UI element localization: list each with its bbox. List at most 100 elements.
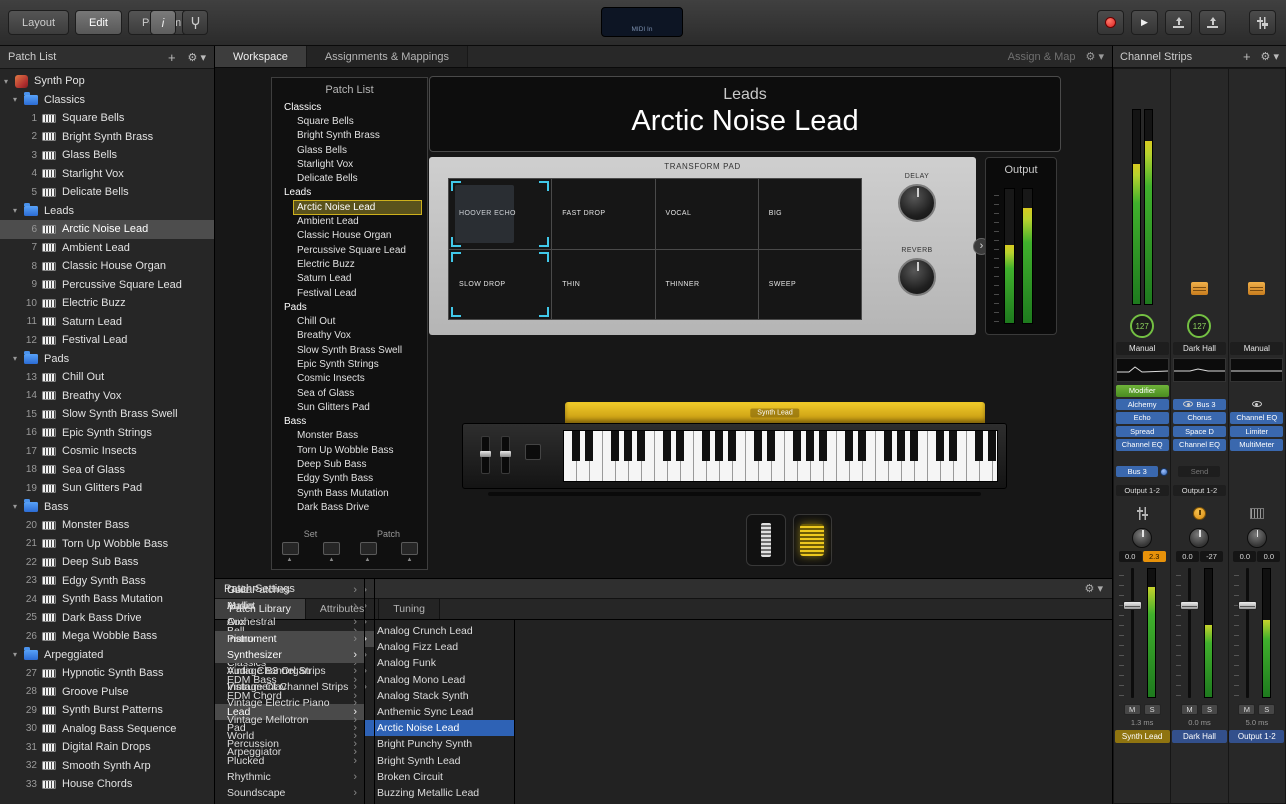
- patch-row[interactable]: ▾ 30 Analog Bass Sequence: [0, 720, 214, 739]
- library-row[interactable]: Bright Punchy Synth: [365, 736, 514, 752]
- onscreen-patch-row[interactable]: Chill Out: [272, 314, 427, 328]
- onscreen-patch-row[interactable]: Edgy Synth Bass: [272, 472, 427, 486]
- patch-row[interactable]: ▾ 19 Sun Glitters Pad: [0, 479, 214, 498]
- share-button-2[interactable]: [1199, 10, 1226, 35]
- library-row[interactable]: Anthemic Sync Lead: [365, 704, 514, 720]
- patch-row[interactable]: ▾ 4 Starlight Vox: [0, 165, 214, 184]
- onscreen-patch-row[interactable]: Arctic Noise Lead: [272, 200, 427, 214]
- patch-row[interactable]: ▾ Pads: [0, 350, 214, 369]
- patch-row[interactable]: ▾ 28 Groove Pulse: [0, 683, 214, 702]
- strip-setting-button[interactable]: Manual: [1230, 342, 1283, 355]
- insert-slot[interactable]: Channel EQ: [1116, 439, 1169, 451]
- solo-button[interactable]: S: [1144, 704, 1161, 715]
- disclosure-triangle-icon[interactable]: ▾: [13, 650, 24, 659]
- onscreen-patch-row[interactable]: Monster Bass: [272, 429, 427, 443]
- library-row[interactable]: Arctic Noise Lead: [365, 720, 514, 736]
- pan-knob[interactable]: [1247, 528, 1267, 548]
- reverb-knob[interactable]: [898, 258, 936, 296]
- input-slot[interactable]: [1230, 399, 1283, 411]
- onscreen-patch-row[interactable]: Sea of Glass: [272, 386, 427, 400]
- eq-thumbnail[interactable]: [1230, 358, 1283, 382]
- tuner-button[interactable]: [182, 10, 208, 35]
- patch-row[interactable]: ▾ 33 House Chords: [0, 775, 214, 794]
- library-row[interactable]: Broken Circuit: [365, 769, 514, 785]
- onscreen-patch-row[interactable]: Leads: [272, 186, 427, 200]
- patch-row[interactable]: ▾ 20 Monster Bass: [0, 516, 214, 535]
- send-slot[interactable]: Send: [1178, 466, 1220, 478]
- patch-row[interactable]: ▾ 25 Dark Bass Drive: [0, 609, 214, 628]
- solo-button[interactable]: S: [1258, 704, 1275, 715]
- patch-row[interactable]: ▾ 29 Synth Burst Patterns: [0, 701, 214, 720]
- workspace-tab[interactable]: Assignments & Mappings: [307, 46, 468, 67]
- strip-setting-button[interactable]: Dark Hall: [1173, 342, 1226, 355]
- transform-pad-cell[interactable]: SLOW DROP: [449, 250, 551, 320]
- mod-wheel[interactable]: [793, 514, 833, 566]
- workspace-tab[interactable]: Workspace: [215, 46, 307, 67]
- patch-row[interactable]: ▾ 31 Digital Rain Drops: [0, 738, 214, 757]
- onscreen-patch-row[interactable]: Torn Up Wobble Bass: [272, 443, 427, 457]
- patch-settings-action-menu[interactable]: ⚙ ▾: [1085, 582, 1103, 595]
- mini-fader[interactable]: [481, 436, 490, 474]
- library-row[interactable]: Classics ›: [215, 655, 364, 671]
- insert-slot[interactable]: Chorus: [1173, 412, 1226, 424]
- strip-name[interactable]: Dark Hall: [1172, 730, 1227, 743]
- library-row[interactable]: Pad ›: [215, 720, 364, 736]
- onscreen-patch-row[interactable]: Sun Glitters Pad: [272, 400, 427, 414]
- mode-button[interactable]: Layout: [8, 10, 69, 35]
- disclosure-triangle-icon[interactable]: ▾: [13, 502, 24, 511]
- output-slot[interactable]: Output 1-2: [1173, 485, 1226, 497]
- pitch-wheel[interactable]: [746, 514, 786, 566]
- patch-list-action-menu[interactable]: ⚙ ▾: [188, 51, 206, 64]
- output-slot[interactable]: Output 1-2: [1116, 485, 1169, 497]
- pan-knob[interactable]: [1132, 528, 1152, 548]
- transform-pad-cell[interactable]: THIN: [552, 250, 654, 320]
- patch-row[interactable]: ▾ 16 Epic Synth Strings: [0, 424, 214, 443]
- master-levels-button[interactable]: [1249, 10, 1276, 35]
- solo-button[interactable]: S: [1201, 704, 1218, 715]
- insert-slot[interactable]: MultiMeter: [1230, 439, 1283, 451]
- patch-row[interactable]: ▾ Bass: [0, 498, 214, 517]
- onscreen-patch-row[interactable]: Ambient Lead: [272, 214, 427, 228]
- patch-row[interactable]: ▾ 24 Synth Bass Mutation: [0, 590, 214, 609]
- library-row[interactable]: Plucked ›: [215, 753, 364, 769]
- send-slot[interactable]: Bus 3: [1116, 466, 1158, 478]
- expression-knob[interactable]: 127: [1187, 314, 1211, 338]
- onscreen-patch-row[interactable]: Dark Bass Drive: [272, 500, 427, 514]
- patch-row[interactable]: ▾ 22 Deep Sub Bass: [0, 553, 214, 572]
- transform-pad-cell[interactable]: BIG: [759, 179, 861, 249]
- patch-row[interactable]: ▾ 17 Cosmic Insects: [0, 442, 214, 461]
- onscreen-patch-row[interactable]: Festival Lead: [272, 286, 427, 300]
- transform-pad-cell[interactable]: VOCAL: [656, 179, 758, 249]
- insert-slot[interactable]: Limiter: [1230, 426, 1283, 438]
- insert-slot[interactable]: Channel EQ: [1173, 439, 1226, 451]
- onscreen-patch-row[interactable]: Classics: [272, 100, 427, 114]
- piano-keys[interactable]: [563, 430, 998, 482]
- insert-slot[interactable]: Space D: [1173, 426, 1226, 438]
- transform-pad-cell[interactable]: FAST DROP: [552, 179, 654, 249]
- volume-fader[interactable]: [1171, 565, 1227, 701]
- fader-cap[interactable]: [1180, 601, 1199, 610]
- onscreen-patch-row[interactable]: Delicate Bells: [272, 171, 427, 185]
- patch-row[interactable]: ▾ 5 Delicate Bells: [0, 183, 214, 202]
- library-row[interactable]: Bright Synth Lead: [365, 753, 514, 769]
- instrument-slot[interactable]: Alchemy: [1116, 399, 1169, 411]
- onscreen-patch-row[interactable]: Bass: [272, 415, 427, 429]
- eq-thumbnail[interactable]: [1173, 358, 1226, 382]
- disclosure-triangle-icon[interactable]: ▾: [4, 77, 15, 86]
- library-row[interactable]: Analog Crunch Lead: [365, 623, 514, 639]
- delay-knob[interactable]: [898, 184, 936, 222]
- midi-fx-slot[interactable]: Modifier: [1116, 385, 1169, 397]
- input-slot[interactable]: Bus 3: [1173, 399, 1226, 411]
- workspace-action-menu[interactable]: ⚙ ▾: [1086, 50, 1104, 63]
- send-level-knob[interactable]: [1160, 468, 1168, 476]
- disclosure-triangle-icon[interactable]: ▾: [13, 95, 24, 104]
- record-button[interactable]: [1097, 10, 1124, 35]
- patch-row[interactable]: ▾ Arpeggiated: [0, 646, 214, 665]
- channel-strips-action-menu[interactable]: ⚙ ▾: [1261, 50, 1279, 63]
- mute-button[interactable]: M: [1181, 704, 1198, 715]
- patch-row[interactable]: ▾ 2 Bright Synth Brass: [0, 128, 214, 147]
- patch-row[interactable]: ▾ Classics: [0, 91, 214, 110]
- library-row[interactable]: Lead ›: [215, 704, 364, 720]
- strip-name[interactable]: Output 1-2: [1229, 730, 1284, 743]
- patch-row[interactable]: ▾ Synth Pop: [0, 72, 214, 91]
